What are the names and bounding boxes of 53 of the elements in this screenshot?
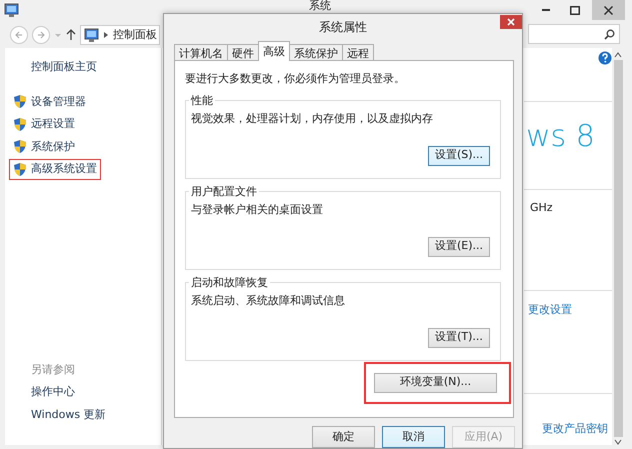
shield-icon: [13, 116, 27, 132]
shield-icon: [13, 162, 27, 177]
control-panel-icon: [84, 28, 99, 42]
sidebar-link[interactable]: 操作中心: [31, 384, 161, 400]
section-heading: 另请参阅: [31, 362, 76, 378]
window-title: 系统: [308, 0, 332, 12]
close-button[interactable]: [500, 15, 522, 29]
minimize-icon: [542, 9, 550, 11]
sidebar-item[interactable]: 设备管理器: [9, 92, 90, 112]
processor-speed: GHz: [530, 200, 553, 216]
breadcrumb-item[interactable]: 控制面板: [113, 26, 157, 44]
sidebar-link[interactable]: Windows 更新: [31, 406, 161, 423]
group-description: 与登录帐户相关的桌面设置: [191, 202, 324, 218]
dialog-button[interactable]: 取消: [382, 426, 445, 448]
search-field[interactable]: [528, 24, 620, 44]
scroll-down-icon: [614, 439, 622, 445]
change-settings-link[interactable]: 更改设置: [528, 302, 572, 318]
close-icon: [604, 6, 613, 14]
group-description: 系统启动、系统故障和调试信息: [191, 292, 346, 308]
tab[interactable]: 远程: [342, 44, 374, 61]
shield-icon: [13, 94, 27, 110]
dialog-button[interactable]: 确定: [312, 426, 375, 448]
group-description: 视觉效果，处理器计划，内存使用，以及虚拟内存: [191, 110, 434, 126]
maximize-icon: [570, 6, 580, 14]
chevron-icon: [103, 31, 109, 39]
tab[interactable]: 高级: [258, 41, 290, 61]
settings-button[interactable]: 设置(E)...: [428, 236, 490, 256]
sidebar-item[interactable]: 高级系统设置: [9, 159, 101, 180]
tab[interactable]: 计算机名: [174, 44, 228, 61]
tab[interactable]: 硬件: [227, 44, 259, 61]
dialog-title: 系统属性: [319, 20, 367, 34]
settings-button[interactable]: 设置(T)...: [428, 328, 490, 348]
change-product-key-link[interactable]: 更改产品密钥: [542, 420, 608, 437]
shield-icon: [13, 139, 27, 154]
close-icon: [507, 18, 515, 26]
scroll-up-icon: [614, 52, 622, 58]
sidebar-item[interactable]: 远程设置: [9, 114, 79, 134]
address-bar[interactable]: 控制面板: [80, 25, 160, 45]
sidebar-item[interactable]: 系统保护: [9, 136, 79, 157]
sidebar-link[interactable]: 控制面板主页: [31, 59, 161, 76]
close-button[interactable]: [592, 0, 625, 20]
scrollbar-thumb[interactable]: [614, 60, 622, 437]
computer-icon: [4, 3, 19, 18]
search-icon: [604, 28, 615, 40]
up-arrow-icon[interactable]: [66, 29, 76, 41]
environment-variables-button[interactable]: 环境变量(N)...: [374, 372, 497, 392]
settings-button[interactable]: 设置(S)...: [428, 146, 490, 166]
tab[interactable]: 系统保护: [289, 44, 343, 61]
help-icon[interactable]: [598, 51, 612, 65]
notice-text: 要进行大多数更改，你必须作为管理员登录。: [185, 71, 406, 87]
back-arrow-icon: [14, 30, 24, 40]
windows-logo-text: ws 8: [526, 122, 596, 152]
forward-arrow-icon: [36, 30, 46, 40]
